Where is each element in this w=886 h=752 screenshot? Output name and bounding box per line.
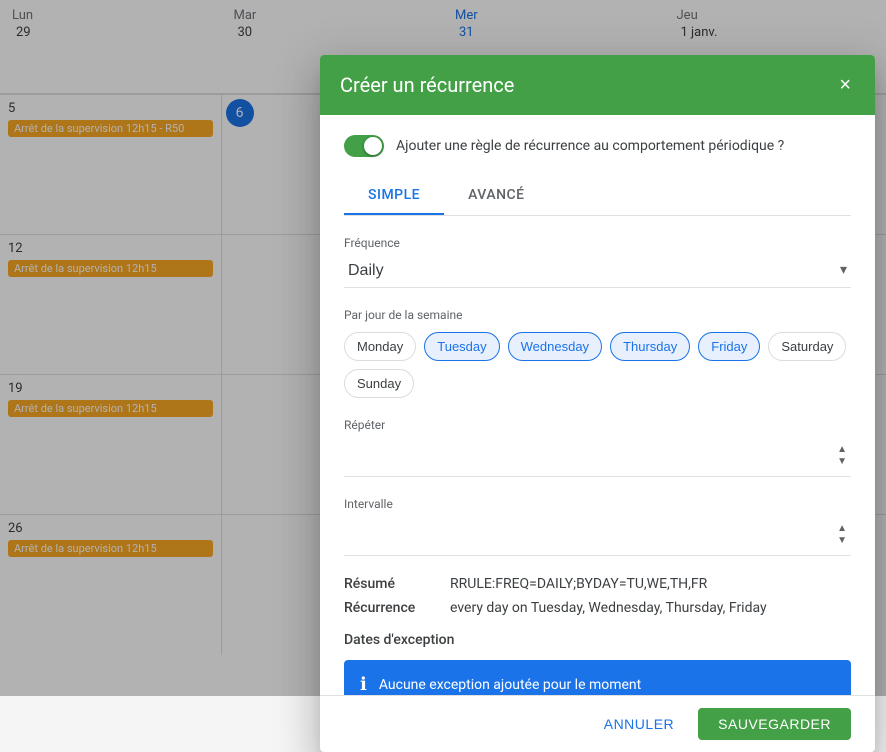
frequence-label: Fréquence bbox=[344, 236, 851, 250]
day-monday[interactable]: Monday bbox=[344, 332, 416, 361]
resume-value: RRULE:FREQ=DAILY;BYDAY=TU,WE,TH,FR bbox=[450, 576, 707, 592]
resume-row: Résumé RRULE:FREQ=DAILY;BYDAY=TU,WE,TH,F… bbox=[344, 576, 851, 592]
repeter-up[interactable]: ▲ bbox=[833, 444, 851, 456]
summary-section: Résumé RRULE:FREQ=DAILY;BYDAY=TU,WE,TH,F… bbox=[344, 576, 851, 616]
tabs-container: SIMPLE AVANCÉ bbox=[344, 177, 851, 216]
exception-section: Dates d'exception ℹ Aucune exception ajo… bbox=[344, 632, 851, 695]
intervalle-down[interactable]: ▼ bbox=[833, 535, 851, 547]
days-section: Par jour de la semaine Monday Tuesday We… bbox=[344, 308, 851, 398]
days-label: Par jour de la semaine bbox=[344, 308, 851, 322]
repeter-group: Répéter ▲ ▼ bbox=[344, 418, 851, 477]
day-wednesday[interactable]: Wednesday bbox=[508, 332, 602, 361]
recurrence-toggle[interactable] bbox=[344, 135, 384, 157]
days-row: Monday Tuesday Wednesday Thursday Friday… bbox=[344, 332, 851, 398]
frequence-group: Fréquence Daily Weekly Monthly bbox=[344, 236, 851, 288]
repeter-label: Répéter bbox=[344, 418, 851, 432]
info-icon: ℹ bbox=[360, 674, 367, 695]
toggle-label: Ajouter une règle de récurrence au compo… bbox=[396, 138, 784, 154]
recurrence-key: Récurrence bbox=[344, 600, 434, 616]
day-saturday[interactable]: Saturday bbox=[768, 332, 846, 361]
modal-body: Ajouter une règle de récurrence au compo… bbox=[320, 115, 875, 695]
save-button[interactable]: SAUVEGARDER bbox=[698, 708, 851, 740]
intervalle-up[interactable]: ▲ bbox=[833, 523, 851, 535]
tab-avance[interactable]: AVANCÉ bbox=[444, 177, 549, 215]
repeter-spinner: ▲ ▼ bbox=[833, 444, 851, 468]
modal-title: Créer un récurrence bbox=[340, 73, 514, 97]
day-thursday[interactable]: Thursday bbox=[610, 332, 690, 361]
day-tuesday[interactable]: Tuesday bbox=[424, 332, 499, 361]
recurrence-value: every day on Tuesday, Wednesday, Thursda… bbox=[450, 600, 767, 616]
frequence-select-wrapper: Daily Weekly Monthly bbox=[344, 254, 851, 288]
tab-simple[interactable]: SIMPLE bbox=[344, 177, 444, 215]
exception-title: Dates d'exception bbox=[344, 632, 851, 648]
frequence-select[interactable]: Daily Weekly Monthly bbox=[344, 254, 851, 288]
intervalle-label: Intervalle bbox=[344, 497, 851, 511]
recurrence-row: Récurrence every day on Tuesday, Wednesd… bbox=[344, 600, 851, 616]
repeter-down[interactable]: ▼ bbox=[833, 456, 851, 468]
intervalle-spinner: ▲ ▼ bbox=[833, 523, 851, 547]
resume-key: Résumé bbox=[344, 576, 434, 592]
cancel-button[interactable]: ANNULER bbox=[588, 708, 690, 740]
intervalle-group: Intervalle ▲ ▼ bbox=[344, 497, 851, 556]
day-friday[interactable]: Friday bbox=[698, 332, 760, 361]
intervalle-field: ▲ ▼ bbox=[344, 515, 851, 556]
exception-info-box: ℹ Aucune exception ajoutée pour le momen… bbox=[344, 660, 851, 695]
modal-header: Créer un récurrence × bbox=[320, 55, 875, 115]
day-sunday[interactable]: Sunday bbox=[344, 369, 414, 398]
toggle-thumb bbox=[364, 137, 382, 155]
modal-footer: ANNULER SAUVEGARDER bbox=[320, 695, 875, 752]
toggle-row: Ajouter une règle de récurrence au compo… bbox=[344, 135, 851, 157]
recurrence-modal: Créer un récurrence × Ajouter une règle … bbox=[320, 55, 875, 752]
repeter-field: ▲ ▼ bbox=[344, 436, 851, 477]
exception-info-text: Aucune exception ajoutée pour le moment bbox=[379, 677, 641, 693]
modal-close-button[interactable]: × bbox=[835, 71, 855, 99]
